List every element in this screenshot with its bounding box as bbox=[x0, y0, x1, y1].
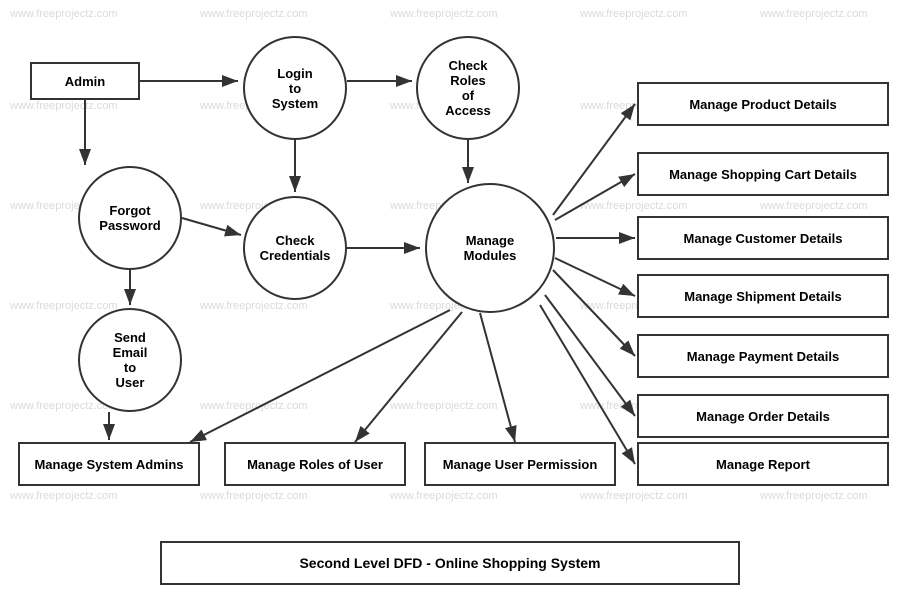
watermark: www.freeprojectz.com bbox=[390, 490, 498, 502]
login-label: LogintoSystem bbox=[272, 66, 318, 111]
admin-box: Admin bbox=[30, 62, 140, 100]
watermark: www.freeprojectz.com bbox=[10, 8, 118, 20]
manage-system-admins-box: Manage System Admins bbox=[18, 442, 200, 486]
watermark: www.freeprojectz.com bbox=[200, 300, 308, 312]
manage-order-details-label: Manage Order Details bbox=[696, 409, 830, 424]
check-cred-circle: CheckCredentials bbox=[243, 196, 347, 300]
footer-title-box: Second Level DFD - Online Shopping Syste… bbox=[160, 541, 740, 585]
watermark: www.freeprojectz.com bbox=[200, 8, 308, 20]
manage-roles-user-box: Manage Roles of User bbox=[224, 442, 406, 486]
send-email-circle: SendEmailtoUser bbox=[78, 308, 182, 412]
check-cred-label: CheckCredentials bbox=[260, 233, 331, 263]
manage-shipment-details-box: Manage Shipment Details bbox=[637, 274, 889, 318]
watermark: www.freeprojectz.com bbox=[390, 400, 498, 412]
manage-shopping-cart-box: Manage Shopping Cart Details bbox=[637, 152, 889, 196]
watermark: www.freeprojectz.com bbox=[10, 300, 118, 312]
watermark: www.freeprojectz.com bbox=[760, 200, 868, 212]
check-roles-label: CheckRolesofAccess bbox=[445, 58, 491, 118]
manage-modules-label: ManageModules bbox=[464, 233, 517, 263]
watermark: www.freeprojectz.com bbox=[580, 8, 688, 20]
manage-roles-user-label: Manage Roles of User bbox=[247, 457, 383, 472]
manage-system-admins-label: Manage System Admins bbox=[34, 457, 183, 472]
watermark: www.freeprojectz.com bbox=[760, 8, 868, 20]
manage-customer-details-label: Manage Customer Details bbox=[684, 231, 843, 246]
admin-label: Admin bbox=[65, 74, 105, 89]
manage-payment-details-box: Manage Payment Details bbox=[637, 334, 889, 378]
manage-user-permission-label: Manage User Permission bbox=[443, 457, 598, 472]
manage-product-details-box: Manage Product Details bbox=[637, 82, 889, 126]
send-email-label: SendEmailtoUser bbox=[113, 330, 148, 390]
manage-report-label: Manage Report bbox=[716, 457, 810, 472]
login-circle: LogintoSystem bbox=[243, 36, 347, 140]
manage-user-permission-box: Manage User Permission bbox=[424, 442, 616, 486]
manage-report-box: Manage Report bbox=[637, 442, 889, 486]
watermark: www.freeprojectz.com bbox=[200, 400, 308, 412]
forgot-pwd-circle: ForgotPassword bbox=[78, 166, 182, 270]
watermark: www.freeprojectz.com bbox=[580, 200, 688, 212]
watermark: www.freeprojectz.com bbox=[10, 490, 118, 502]
manage-shopping-cart-label: Manage Shopping Cart Details bbox=[669, 167, 857, 182]
forgot-pwd-label: ForgotPassword bbox=[99, 203, 160, 233]
footer-title: Second Level DFD - Online Shopping Syste… bbox=[299, 555, 600, 571]
manage-payment-details-label: Manage Payment Details bbox=[687, 349, 839, 364]
manage-modules-circle: ManageModules bbox=[425, 183, 555, 313]
check-roles-circle: CheckRolesofAccess bbox=[416, 36, 520, 140]
watermark: www.freeprojectz.com bbox=[390, 8, 498, 20]
manage-order-details-box: Manage Order Details bbox=[637, 394, 889, 438]
watermark: www.freeprojectz.com bbox=[760, 490, 868, 502]
watermark: www.freeprojectz.com bbox=[580, 490, 688, 502]
watermark: www.freeprojectz.com bbox=[10, 100, 118, 112]
diagram: www.freeprojectz.com www.freeprojectz.co… bbox=[0, 0, 916, 615]
manage-shipment-details-label: Manage Shipment Details bbox=[684, 289, 841, 304]
manage-product-details-label: Manage Product Details bbox=[689, 97, 836, 112]
watermark: www.freeprojectz.com bbox=[200, 490, 308, 502]
manage-customer-details-box: Manage Customer Details bbox=[637, 216, 889, 260]
